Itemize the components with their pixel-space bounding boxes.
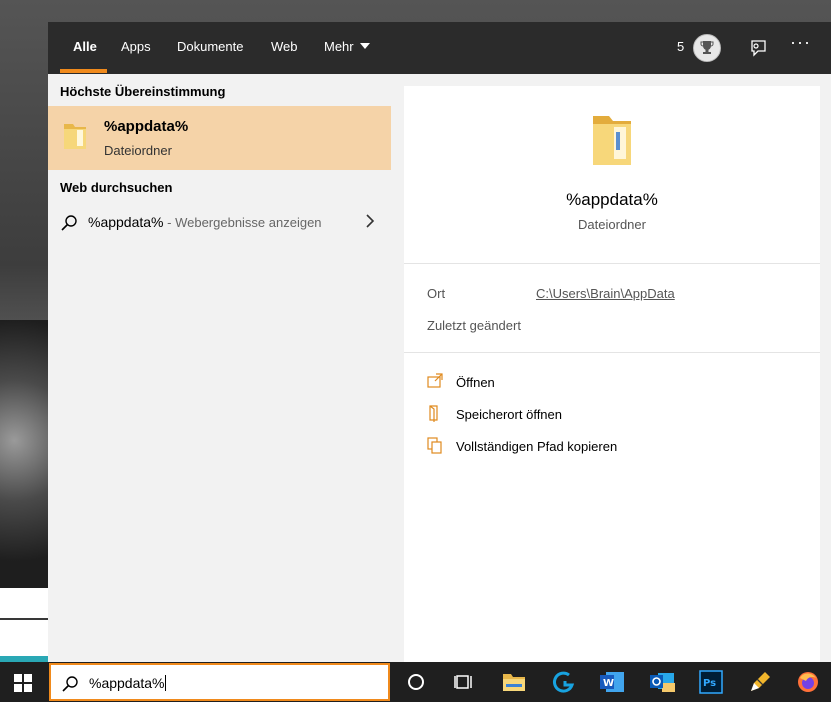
copy-path-label: Vollständigen Pfad kopieren <box>456 439 618 454</box>
results-list: Höchste Übereinstimmung %appdata% Dateio… <box>48 74 391 662</box>
rewards-points: 5 <box>677 39 685 54</box>
divider <box>404 263 820 264</box>
tab-mehr[interactable]: Mehr <box>324 22 370 74</box>
task-view-icon[interactable] <box>452 670 476 694</box>
tab-dokumente[interactable]: Dokumente <box>177 22 243 74</box>
tab-mehr-label: Mehr <box>324 39 354 54</box>
chevron-down-icon <box>359 43 370 49</box>
folder-icon <box>62 120 88 157</box>
active-tab-indicator <box>60 69 107 73</box>
modified-label: Zuletzt geändert <box>427 318 521 333</box>
location-path-link[interactable]: C:\Users\Brain\AppData <box>536 286 675 301</box>
web-search-text: %appdata% - Webergebnisse anzeigen <box>88 214 322 230</box>
outlook-icon[interactable] <box>650 670 675 694</box>
feedback-icon[interactable] <box>748 38 768 58</box>
start-icon[interactable] <box>14 674 32 697</box>
search-icon <box>61 675 79 698</box>
open-label: Öffnen <box>456 375 495 390</box>
search-tabs-bar: Alle Apps Dokumente Web Mehr 5 ··· <box>48 22 831 74</box>
folder-large-icon <box>589 110 635 173</box>
photoshop-icon[interactable]: Ps <box>699 670 723 694</box>
cortana-icon[interactable] <box>404 670 428 694</box>
copy-icon <box>426 436 444 459</box>
web-search-heading: Web durchsuchen <box>60 180 173 195</box>
best-match-heading: Höchste Übereinstimmung <box>60 84 226 99</box>
taskbar-search-box[interactable]: %appdata% <box>49 663 390 701</box>
search-panel: Alle Apps Dokumente Web Mehr 5 ··· Höchs… <box>48 22 831 662</box>
logitech-icon[interactable] <box>552 670 576 694</box>
wallpaper-photo <box>0 320 48 588</box>
preview-title: %appdata% <box>566 190 658 209</box>
firefox-icon[interactable] <box>796 670 820 694</box>
location-label: Ort <box>427 286 446 301</box>
preview-pane: %appdata% Dateiordner Ort C:\Users\Brain… <box>404 86 820 662</box>
text-caret <box>164 675 166 691</box>
file-location-icon <box>426 404 444 427</box>
search-input-value: %appdata% <box>89 675 165 691</box>
search-input[interactable]: %appdata% <box>89 675 166 691</box>
taskbar: %appdata% W Ps <box>0 662 831 702</box>
web-search-query: %appdata% <box>88 214 164 230</box>
search-icon <box>60 214 78 237</box>
chevron-right-icon[interactable] <box>364 212 376 235</box>
best-match-item[interactable]: %appdata% Dateiordner <box>48 106 391 170</box>
preview-subtitle: Dateiordner <box>578 217 646 232</box>
tab-web[interactable]: Web <box>271 22 298 74</box>
svg-text:Ps: Ps <box>703 678 716 689</box>
open-icon <box>426 372 444 395</box>
pen-tool-icon[interactable] <box>748 670 772 694</box>
best-match-title: %appdata% <box>104 118 189 135</box>
tab-alle[interactable]: Alle <box>73 22 97 74</box>
web-search-item[interactable]: %appdata% - Webergebnisse anzeigen <box>48 208 391 238</box>
divider <box>404 352 820 353</box>
open-file-location-label: Speicherort öffnen <box>456 407 562 422</box>
word-icon[interactable]: W <box>600 670 624 694</box>
desktop-window-strip <box>0 620 48 656</box>
web-search-hint: - Webergebnisse anzeigen <box>163 215 322 230</box>
trophy-icon[interactable] <box>693 34 721 62</box>
svg-text:W: W <box>603 678 614 689</box>
best-match-subtitle: Dateiordner <box>104 143 172 158</box>
tab-apps[interactable]: Apps <box>121 22 151 74</box>
file-explorer-icon[interactable] <box>502 670 526 694</box>
desktop-window-strip <box>0 588 48 618</box>
more-options-icon[interactable]: ··· <box>790 32 811 53</box>
